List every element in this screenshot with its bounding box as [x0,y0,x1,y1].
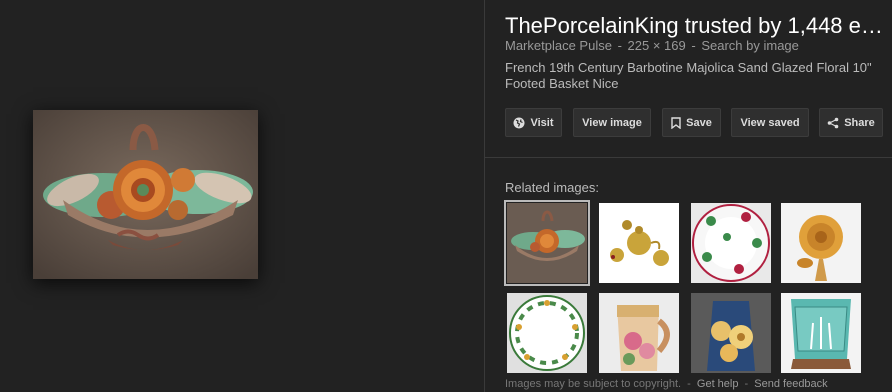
image-dimensions: 225 × 169 [627,38,686,53]
view-image-button[interactable]: View image [573,108,651,137]
image-title[interactable]: ThePorcelainKing trusted by 1,448 e… [505,12,890,40]
related-thumb-majolica-pitcher[interactable] [599,293,679,373]
image-viewer-pane [0,0,484,392]
related-thumb-floral-plate[interactable] [691,203,771,283]
meta-separator: - [691,38,696,53]
main-image[interactable] [33,110,258,279]
section-divider [485,157,892,158]
majolica-basket-image [33,110,258,279]
related-thumb-majolica-basket[interactable] [504,200,590,286]
save-label: Save [686,116,712,129]
save-button[interactable]: Save [662,108,721,137]
share-button[interactable]: Share [819,108,883,137]
get-help-link[interactable]: Get help [697,378,739,390]
related-thumb-green-flower-plate[interactable] [507,293,587,373]
search-by-image-link[interactable]: Search by image [701,38,799,53]
footer-separator: - [744,378,749,390]
details-panel: ThePorcelainKing trusted by 1,448 e… Mar… [485,0,892,392]
share-label: Share [844,116,875,129]
source-name: Marketplace Pulse [505,38,612,53]
footer-separator: - [687,378,691,390]
share-icon [827,117,839,128]
visit-label: Visit [530,116,554,129]
related-thumb-flower-vase[interactable] [691,293,771,373]
related-images-label: Related images: [505,180,599,195]
related-thumb-gold-flower[interactable] [781,203,861,283]
bookmark-icon [671,116,681,129]
image-description: French 19th Century Barbotine Majolica S… [505,60,872,91]
send-feedback-link[interactable]: Send feedback [754,378,827,390]
meta-separator: - [617,38,622,53]
view-saved-label: View saved [740,116,800,129]
globe-icon [513,117,525,128]
view-image-label: View image [582,116,642,129]
related-thumb-turquoise-planter[interactable] [781,293,861,373]
related-thumb-brass-tea-set[interactable] [599,203,679,283]
copyright-notice: Images may be subject to copyright. [505,378,682,390]
footer: Images may be subject to copyright. - Ge… [505,378,828,390]
visit-button[interactable]: Visit [505,108,562,137]
view-saved-button[interactable]: View saved [731,108,809,137]
image-meta: Marketplace Pulse - 225 × 169 - Search b… [505,38,799,54]
